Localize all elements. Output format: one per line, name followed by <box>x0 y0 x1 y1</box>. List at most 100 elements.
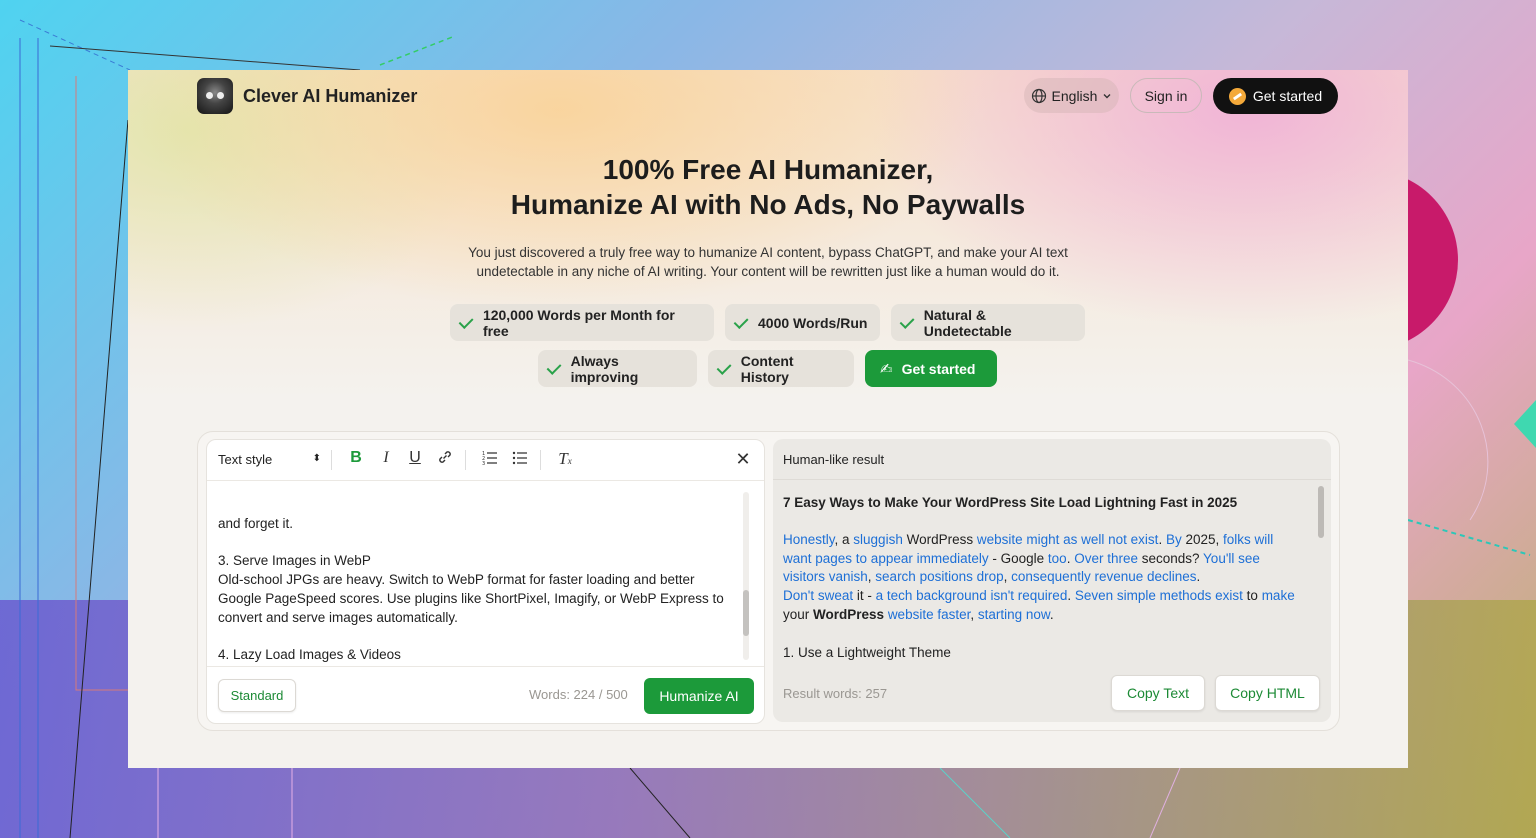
feature-chip: 4000 Words/Run <box>725 304 880 341</box>
writing-hand-icon: ✍ <box>880 360 893 378</box>
result-header: Human-like result <box>773 439 1331 480</box>
svg-text:3: 3 <box>482 461 485 465</box>
check-icon <box>899 313 915 329</box>
logo-icon <box>197 78 233 114</box>
scrollbar-thumb[interactable] <box>743 590 749 636</box>
check-icon <box>458 313 474 329</box>
mode-button[interactable]: Standard <box>218 679 296 712</box>
subtitle-line-2: undetectable in any niche of AI writing.… <box>476 264 1060 279</box>
result-word-count: Result words: 257 <box>783 686 888 701</box>
rewritten-phrase: consequently revenue declines <box>1011 569 1197 585</box>
rewritten-phrase: Honestly <box>783 531 835 547</box>
result-panel: Human-like result 7 Easy Ways to Make Yo… <box>773 439 1331 722</box>
get-started-button[interactable]: Get started <box>1213 78 1338 114</box>
humanizer-card: Text style ⬍ B I U 123 Tx ✕ and forget i… <box>197 431 1340 731</box>
original-phrase: , <box>970 606 978 622</box>
sign-in-button[interactable]: Sign in <box>1130 78 1202 113</box>
brand-logo[interactable]: Clever AI Humanizer <box>197 78 417 114</box>
language-label: English <box>1051 87 1098 104</box>
toolbar-divider <box>540 450 541 470</box>
result-footer: Result words: 257 Copy Text Copy HTML <box>773 665 1331 722</box>
italic-icon[interactable]: I <box>376 449 396 467</box>
feature-chip: Always improving <box>538 350 697 387</box>
rewritten-phrase: Don't sweat <box>783 588 854 604</box>
original-phrase: WordPress <box>902 531 977 547</box>
title-line-2: Humanize AI with No Ads, No Paywalls <box>510 189 1026 220</box>
original-phrase: your <box>783 606 814 622</box>
text-style-select[interactable]: Text style ⬍ <box>218 452 321 467</box>
feature-label: 4000 Words/Run <box>758 314 868 331</box>
scrollbar-thumb[interactable] <box>1318 486 1324 538</box>
ordered-list-icon[interactable]: 123 <box>480 449 500 470</box>
subtitle-line-1: You just discovered a truly free way to … <box>468 245 1068 260</box>
underline-icon[interactable]: U <box>405 449 425 467</box>
editor-toolbar: Text style ⬍ B I U 123 Tx ✕ <box>207 440 764 481</box>
editor-footer: Standard Words: 224 / 500 Humanize AI <box>207 666 764 723</box>
feature-label: Content History <box>740 352 794 385</box>
original-phrase: 2025, <box>1181 531 1224 547</box>
toolbar-divider <box>331 450 332 470</box>
word-count: Words: 224 / 500 <box>529 687 628 702</box>
check-icon <box>716 359 732 375</box>
original-phrase: it - <box>853 588 876 604</box>
get-started-label: Get started <box>901 360 976 377</box>
rewritten-phrase: search positions drop <box>875 569 1004 585</box>
feature-chip: Natural & Undetectable <box>891 304 1085 341</box>
feature-label: 120,000 Words per Month for free <box>482 306 675 339</box>
page-subtitle: You just discovered a truly free way to … <box>448 243 1088 281</box>
copy-text-button[interactable]: Copy Text <box>1111 675 1205 711</box>
feature-chip: Content History <box>708 350 854 387</box>
result-text: 7 Easy Ways to Make Your WordPress Site … <box>783 494 1305 664</box>
rewritten-phrase: make <box>1261 588 1295 604</box>
language-selector[interactable]: English <box>1024 78 1119 113</box>
result-title: 7 Easy Ways to Make Your WordPress Site … <box>783 495 1238 510</box>
check-icon <box>546 359 562 375</box>
rewritten-phrase: sluggish <box>853 531 903 547</box>
input-textarea[interactable]: and forget it. 3. Serve Images in WebP O… <box>218 488 734 665</box>
copy-html-button[interactable]: Copy HTML <box>1215 675 1320 711</box>
clear-format-icon[interactable]: Tx <box>555 449 575 469</box>
original-phrase: . <box>1158 531 1166 547</box>
app-page: Clever AI Humanizer English Sign in Get … <box>128 70 1408 768</box>
rewritten-phrase: Seven simple methods exist <box>1074 588 1243 604</box>
rewritten-phrase: a tech background isn't required <box>875 588 1068 604</box>
rewritten-phrase: By <box>1165 531 1182 547</box>
chevron-down-icon <box>1103 93 1111 98</box>
rewritten-phrase: too <box>1047 550 1067 566</box>
page-title: 100% Free AI Humanizer, Humanize AI with… <box>128 152 1408 222</box>
rewritten-phrase: Over three <box>1074 550 1138 566</box>
original-phrase: . <box>1196 569 1201 585</box>
feature-chip: 120,000 Words per Month for free <box>450 304 714 341</box>
title-line-1: 100% Free AI Humanizer, <box>602 154 934 185</box>
writing-hand-icon <box>1228 87 1246 105</box>
original-phrase: WordPress <box>813 606 885 622</box>
humanize-button[interactable]: Humanize AI <box>644 678 754 714</box>
rewritten-phrase: website faster <box>887 606 971 622</box>
globe-icon <box>1031 88 1046 103</box>
get-started-label: Get started <box>1252 88 1323 104</box>
text-style-label: Text style <box>218 452 273 467</box>
link-icon[interactable] <box>435 449 455 470</box>
result-paragraph: Honestly, a sluggish WordPress website m… <box>783 531 1305 587</box>
rewritten-phrase: website might as well not exist <box>976 531 1159 547</box>
feature-label: Always improving <box>570 352 639 385</box>
result-paragraph: Don't sweat it - a tech background isn't… <box>783 587 1305 625</box>
brand-name: Clever AI Humanizer <box>243 85 418 106</box>
bold-icon[interactable]: B <box>346 449 366 467</box>
input-text: and forget it. 3. Serve Images in WebP O… <box>218 515 724 663</box>
check-icon <box>733 313 749 329</box>
original-phrase: - Google <box>988 550 1048 566</box>
original-phrase: . <box>1067 588 1075 604</box>
bullet-list-icon[interactable] <box>510 449 530 470</box>
result-list-item: 1. Use a Lightweight Theme <box>783 644 951 660</box>
original-phrase: , a <box>834 531 854 547</box>
close-icon[interactable]: ✕ <box>733 449 753 470</box>
input-editor: Text style ⬍ B I U 123 Tx ✕ and forget i… <box>206 439 765 724</box>
features-get-started-button[interactable]: ✍ Get started <box>865 350 997 387</box>
original-phrase: seconds? <box>1137 550 1204 566</box>
original-phrase: , <box>1003 569 1012 585</box>
toolbar-divider <box>465 450 466 470</box>
rewritten-phrase: starting now <box>977 606 1050 622</box>
original-phrase: . <box>1049 606 1054 622</box>
feature-label: Natural & Undetectable <box>923 306 1012 339</box>
